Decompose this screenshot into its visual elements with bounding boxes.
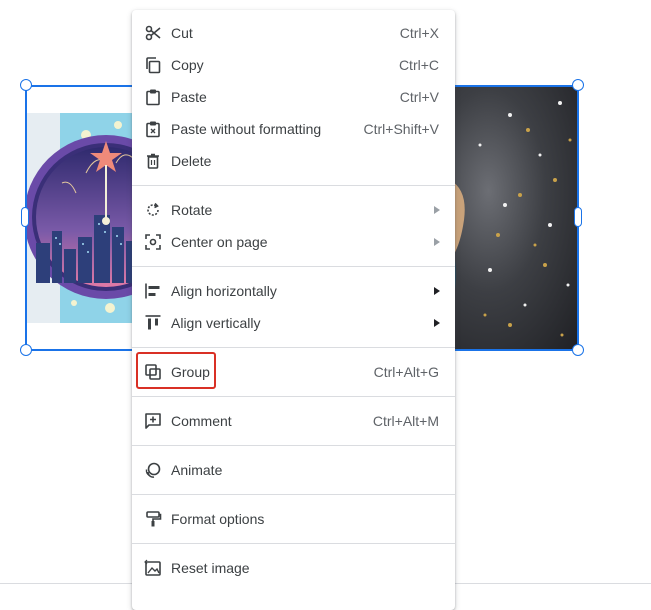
- menu-item-format-options[interactable]: Format options: [132, 503, 455, 535]
- menu-item-label: Paste: [171, 89, 207, 105]
- menu-divider: [132, 185, 455, 186]
- align-horizontal-icon: [144, 282, 162, 300]
- comment-add-icon: [144, 412, 162, 430]
- menu-item-reset-image[interactable]: Reset image: [132, 552, 455, 584]
- resize-handle-right[interactable]: [574, 207, 582, 227]
- menu-item-label: Align vertically: [171, 315, 261, 331]
- menu-item-align-vertically[interactable]: Align vertically: [132, 307, 455, 339]
- submenu-arrow-icon: [434, 206, 440, 214]
- menu-item-label: Animate: [171, 462, 223, 478]
- menu-divider: [132, 396, 455, 397]
- format-paint-icon: [144, 510, 162, 528]
- menu-item-label: Reset image: [171, 560, 250, 576]
- menu-item-paste-without-formatting[interactable]: Paste without formatting Ctrl+Shift+V: [132, 113, 455, 145]
- menu-item-animate[interactable]: Animate: [132, 454, 455, 486]
- resize-handle-left[interactable]: [21, 207, 29, 227]
- menu-item-label: Align horizontally: [171, 283, 277, 299]
- menu-item-shortcut: Ctrl+V: [399, 89, 439, 105]
- menu-item-label: Copy: [171, 57, 204, 73]
- menu-item-label: Comment: [171, 413, 232, 429]
- trash-icon: [144, 152, 162, 170]
- align-vertical-icon: [144, 314, 162, 332]
- group-highlight-box: [136, 352, 216, 389]
- menu-item-center-on-page[interactable]: Center on page: [132, 226, 455, 258]
- menu-item-delete[interactable]: Delete: [132, 145, 455, 177]
- resize-handle-top-right[interactable]: [572, 79, 584, 91]
- scissors-icon: [144, 24, 162, 42]
- resize-handle-bottom-right[interactable]: [572, 344, 584, 356]
- center-icon: [144, 233, 162, 251]
- submenu-arrow-icon: [434, 287, 440, 295]
- paste-plain-icon: [144, 120, 162, 138]
- menu-item-align-horizontally[interactable]: Align horizontally: [132, 275, 455, 307]
- menu-item-shortcut: Ctrl+Alt+M: [372, 413, 439, 429]
- menu-item-paste[interactable]: Paste Ctrl+V: [132, 81, 455, 113]
- context-menu: Cut Ctrl+X Copy Ctrl+C Paste Ctrl+V Past…: [132, 10, 455, 610]
- clipboard-icon: [144, 88, 162, 106]
- submenu-arrow-icon: [434, 238, 440, 246]
- menu-item-shortcut: Ctrl+Shift+V: [363, 121, 439, 137]
- menu-divider: [132, 494, 455, 495]
- submenu-arrow-icon: [434, 319, 440, 327]
- menu-item-label: Format options: [171, 511, 265, 527]
- menu-item-comment[interactable]: Comment Ctrl+Alt+M: [132, 405, 455, 437]
- menu-item-label: Rotate: [171, 202, 213, 218]
- menu-divider: [132, 347, 455, 348]
- menu-item-label: Paste without formatting: [171, 121, 322, 137]
- menu-item-shortcut: Ctrl+Alt+G: [373, 364, 439, 380]
- menu-item-shortcut: Ctrl+C: [398, 57, 439, 73]
- menu-item-copy[interactable]: Copy Ctrl+C: [132, 49, 455, 81]
- copy-icon: [144, 56, 162, 74]
- menu-item-shortcut: Ctrl+X: [399, 25, 439, 41]
- menu-item-cut[interactable]: Cut Ctrl+X: [132, 17, 455, 49]
- reset-image-icon: [144, 559, 162, 577]
- menu-divider: [132, 445, 455, 446]
- menu-item-rotate[interactable]: Rotate: [132, 194, 455, 226]
- menu-divider: [132, 543, 455, 544]
- menu-divider: [132, 266, 455, 267]
- menu-item-label: Cut: [171, 25, 193, 41]
- animate-icon: [144, 461, 162, 479]
- resize-handle-bottom-left[interactable]: [20, 344, 32, 356]
- menu-item-label: Delete: [171, 153, 212, 169]
- menu-item-label: Center on page: [171, 234, 268, 250]
- rotate-icon: [144, 201, 162, 219]
- resize-handle-top-left[interactable]: [20, 79, 32, 91]
